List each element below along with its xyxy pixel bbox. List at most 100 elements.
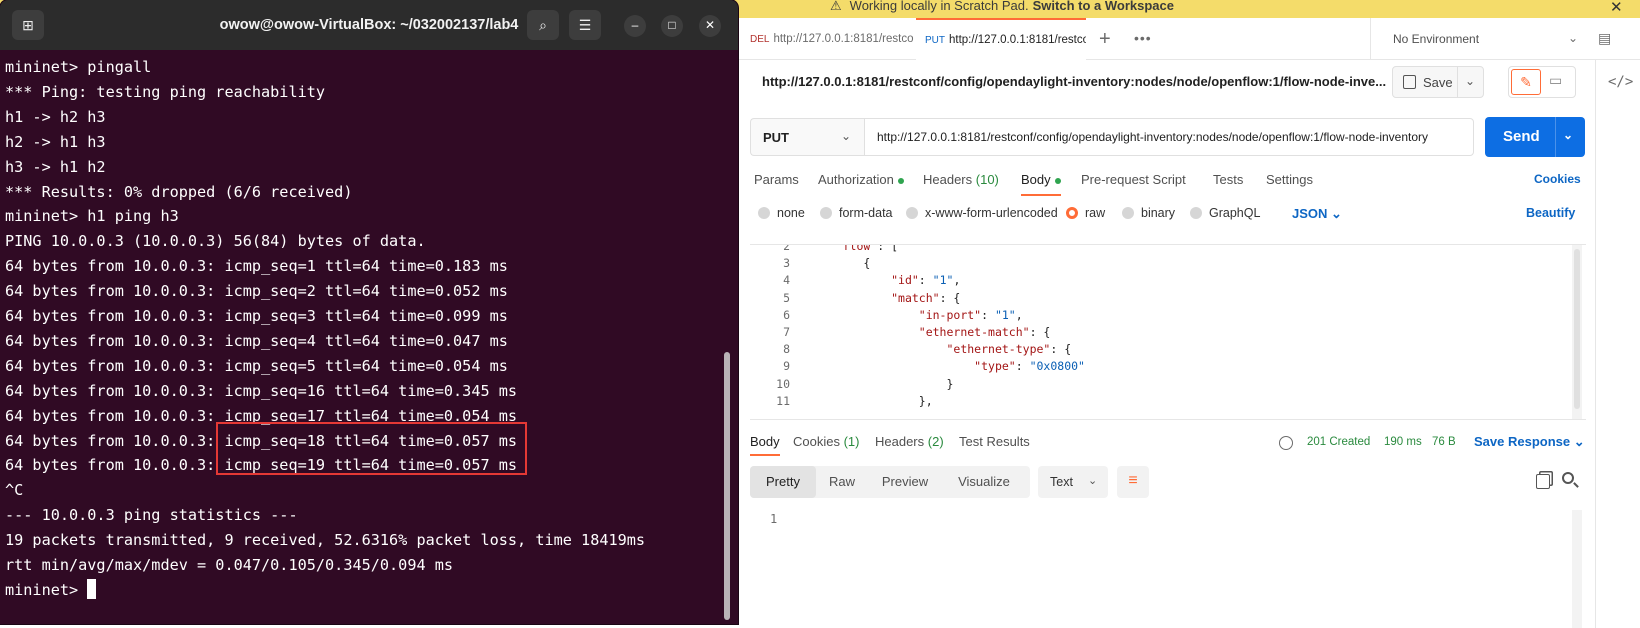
tab-response-headers[interactable]: Headers (2)	[875, 434, 944, 449]
tab-url: http://127.0.0.1:8181/restco	[773, 33, 914, 45]
view-pretty[interactable]: Pretty	[750, 466, 816, 498]
terminal-scrollbar[interactable]	[724, 352, 730, 620]
switch-workspace-link[interactable]: Switch to a Workspace	[1033, 0, 1174, 12]
radio-icon	[1190, 207, 1202, 219]
save-icon	[1403, 75, 1416, 89]
more-tabs-icon[interactable]: •••	[1134, 30, 1152, 46]
editor-scrollbar[interactable]	[1572, 245, 1582, 419]
close-icon[interactable]: ✕	[699, 15, 721, 37]
code-text: "id": "1",	[891, 273, 961, 288]
close-icon[interactable]: ✕	[1610, 0, 1623, 16]
chevron-down-icon[interactable]: ⌄	[1563, 128, 1573, 142]
response-size[interactable]: 76 B	[1432, 436, 1456, 448]
line-code: "in-port": "1",	[808, 308, 1023, 322]
tab-put-request[interactable]: PUT http://127.0.0.1:8181/restco	[916, 18, 1086, 60]
terminal-window[interactable]: ⊞ owow@owow-VirtualBox: ~/032002137/lab4…	[0, 0, 738, 624]
tab-params[interactable]: Params	[754, 172, 799, 187]
request-title[interactable]: http://127.0.0.1:8181/restconf/config/op…	[762, 74, 1386, 89]
tab-delete-request[interactable]: DEL http://127.0.0.1:8181/restco	[750, 18, 916, 60]
terminal-line: 64 bytes from 10.0.0.3: icmp_seq=2 ttl=6…	[5, 278, 508, 304]
comments-icon[interactable]: ▭	[1549, 72, 1562, 89]
radio-form-data[interactable]: form-data	[820, 206, 893, 220]
save-response-button[interactable]: Save Response ⌄	[1474, 434, 1585, 450]
terminal-line-text: 64 bytes from 10.0.0.3: icmp_seq=4 ttl=6…	[5, 331, 508, 350]
hamburger-menu-icon[interactable]: ☰	[569, 10, 601, 40]
option-label: binary	[1141, 206, 1176, 220]
editor-line: 6 "in-port": "1",	[750, 308, 1550, 326]
save-button[interactable]: Save ⌄	[1392, 66, 1484, 98]
method-label: PUT	[763, 130, 789, 145]
editor-line: 5 "match": {	[750, 291, 1550, 309]
tab-response-body[interactable]: Body	[750, 434, 780, 456]
line-number: 3	[783, 256, 790, 271]
copy-icon[interactable]	[1536, 474, 1550, 489]
terminal-line-text: mininet> h1 ping h3	[5, 207, 179, 226]
view-preview[interactable]: Preview	[868, 466, 942, 498]
terminal-line: h3 -> h1 h2	[5, 154, 106, 180]
terminal-output[interactable]: mininet> pingall *** Ping: testing ping r…	[5, 54, 720, 624]
radio-graphql[interactable]: GraphQL	[1190, 206, 1260, 220]
cursor	[87, 578, 97, 599]
terminal-line: mininet> pingall	[5, 54, 151, 80]
terminal-line: 64 bytes from 10.0.0.3: icmp_seq=1 ttl=6…	[5, 253, 508, 279]
radio-icon	[758, 207, 770, 219]
tab-pre-request-script[interactable]: Pre-request Script	[1081, 172, 1186, 187]
minimize-icon[interactable]: –	[624, 15, 646, 37]
radio-binary[interactable]: binary	[1122, 206, 1175, 220]
view-visualize[interactable]: Visualize	[942, 466, 1026, 498]
search-icon[interactable]	[1562, 472, 1574, 484]
headers-count: (10)	[975, 172, 999, 187]
editor-line: 10 }	[750, 377, 1550, 395]
add-tab-icon[interactable]: +	[1099, 28, 1111, 51]
editor-line: 4 "id": "1",	[750, 273, 1550, 291]
tab-response-cookies[interactable]: Cookies (1)	[793, 434, 859, 449]
tab-tests[interactable]: Tests	[1213, 172, 1243, 187]
line-code: {	[808, 256, 870, 270]
line-code: "type": "0x0800"	[808, 359, 1085, 373]
terminal-line: PING 10.0.0.3 (10.0.0.3) 56(84) bytes of…	[5, 228, 426, 254]
status-dot	[897, 177, 904, 184]
response-format-select[interactable]: Text ⌄	[1038, 466, 1108, 498]
globe-icon[interactable]	[1279, 436, 1293, 450]
tab-label: Authorization	[818, 172, 894, 187]
url-input[interactable]: http://127.0.0.1:8181/restconf/config/op…	[864, 118, 1474, 156]
response-time[interactable]: 190 ms	[1384, 436, 1422, 448]
line-number: 10	[776, 376, 790, 391]
terminal-line-text: h3 -> h1 h2	[5, 157, 106, 176]
environment-quick-look-icon[interactable]: ▤	[1598, 30, 1616, 48]
code-text: "ethernet-type": {	[946, 342, 1072, 357]
chevron-down-icon[interactable]: ⌄	[1465, 74, 1475, 88]
wrap-lines-icon[interactable]: ≡	[1117, 466, 1149, 498]
response-scrollbar[interactable]	[1572, 510, 1582, 628]
radio-raw[interactable]: raw	[1066, 206, 1105, 220]
tab-body[interactable]: Body	[1021, 172, 1061, 196]
beautify-link[interactable]: Beautify	[1526, 206, 1575, 220]
request-tabs: Params Authorization Headers (10) Body P…	[754, 170, 1594, 196]
send-button[interactable]: Send ⌄	[1485, 117, 1585, 157]
format-select[interactable]: JSON ⌄	[1292, 206, 1342, 222]
tab-headers[interactable]: Headers (10)	[923, 172, 999, 187]
tab-label: Headers	[875, 434, 925, 449]
search-icon[interactable]: ⌕	[527, 10, 559, 40]
cookies-link[interactable]: Cookies	[1534, 172, 1581, 186]
radio-none[interactable]: none	[758, 206, 805, 220]
radio-urlencoded[interactable]: x-www-form-urlencoded	[906, 206, 1058, 220]
code-text: "match": {	[891, 290, 961, 305]
pencil-icon[interactable]: ✎	[1511, 69, 1541, 95]
line-number: 4	[783, 273, 790, 288]
option-label: x-www-form-urlencoded	[925, 206, 1058, 220]
maximize-icon[interactable]: □	[661, 15, 683, 37]
tab-test-results[interactable]: Test Results	[959, 434, 1030, 449]
status-badge[interactable]: 201 Created	[1307, 436, 1370, 448]
method-select[interactable]: PUT ⌄	[750, 118, 864, 156]
environment-select[interactable]: No Environment ⌄	[1370, 18, 1592, 60]
chevron-down-icon: ⌄	[1573, 434, 1585, 449]
tab-authorization[interactable]: Authorization	[818, 172, 904, 187]
tab-settings[interactable]: Settings	[1266, 172, 1313, 187]
code-snippet-icon[interactable]: </>	[1608, 74, 1633, 90]
body-editor[interactable]: 2 "flow": [3 {4 "id": "1", 5 "match": {6 …	[750, 244, 1586, 420]
view-raw[interactable]: Raw	[816, 466, 868, 498]
